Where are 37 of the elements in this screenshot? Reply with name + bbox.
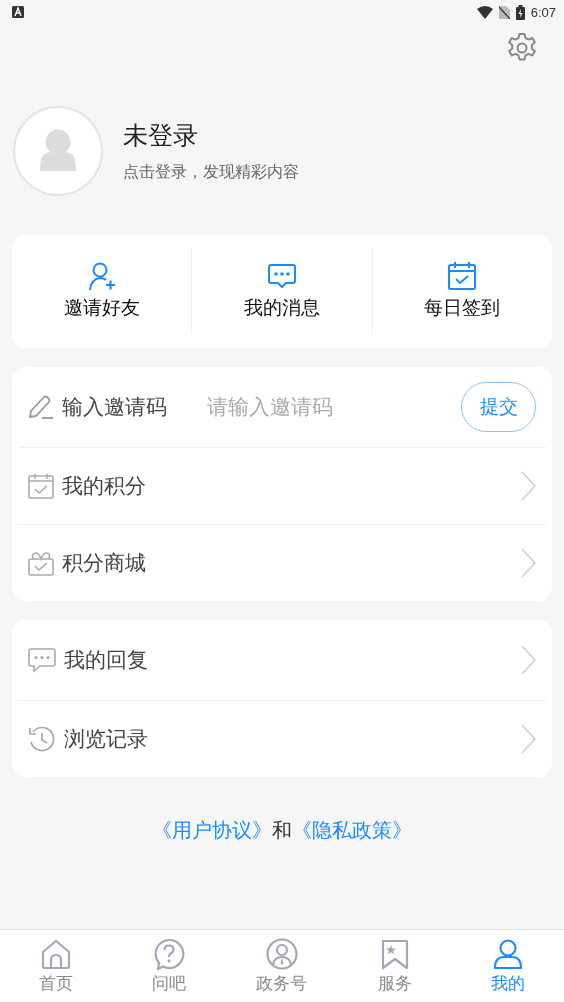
home-icon (40, 937, 73, 970)
person-badge-icon (266, 937, 298, 970)
tab-item[interactable]: 首页 (0, 930, 113, 1002)
menu-item[interactable]: 浏览记录 (64, 725, 512, 753)
tab-item[interactable]: 问吧 (112, 930, 226, 1002)
add-user-icon (86, 261, 117, 291)
menu-item[interactable]: 积分商城 (62, 549, 512, 577)
chevron-right-icon (520, 548, 536, 578)
no-sim-icon (498, 5, 510, 19)
menu-item[interactable]: 我的积分 (62, 472, 512, 500)
pencil-icon (28, 394, 54, 420)
notification-icon (12, 6, 24, 18)
login-prompt: 点击登录，发现精彩内容 (123, 162, 299, 183)
history-icon (28, 725, 56, 753)
chevron-right-icon (520, 471, 536, 501)
conjunction-text: 和 (272, 817, 292, 844)
wifi-icon (476, 5, 493, 19)
status-time: 6:07 (530, 4, 556, 20)
battery-icon (515, 4, 525, 20)
calendar-check-icon (447, 261, 478, 291)
help-icon (153, 937, 186, 970)
calendar-check-icon (28, 473, 54, 499)
tab-item[interactable]: 服务 (338, 930, 452, 1002)
person-icon (491, 937, 524, 970)
quick-action[interactable]: 我的消息 (192, 261, 372, 321)
invite-code-field[interactable]: 请输入邀请码 (205, 394, 453, 420)
chevron-right-icon (520, 724, 536, 754)
gift-box-icon (28, 550, 54, 576)
quick-action[interactable]: 邀请好友 (12, 261, 192, 321)
chevron-right-icon (520, 645, 536, 675)
tab-item[interactable]: 政务号 (225, 930, 339, 1002)
invite-code-label: 输入邀请码 (62, 394, 167, 421)
chat-icon (267, 261, 297, 291)
login-status[interactable]: 未登录 (123, 119, 299, 152)
quick-action[interactable]: 每日签到 (372, 261, 552, 321)
chat-icon (28, 647, 56, 673)
menu-item[interactable]: 我的回复 (64, 646, 512, 674)
